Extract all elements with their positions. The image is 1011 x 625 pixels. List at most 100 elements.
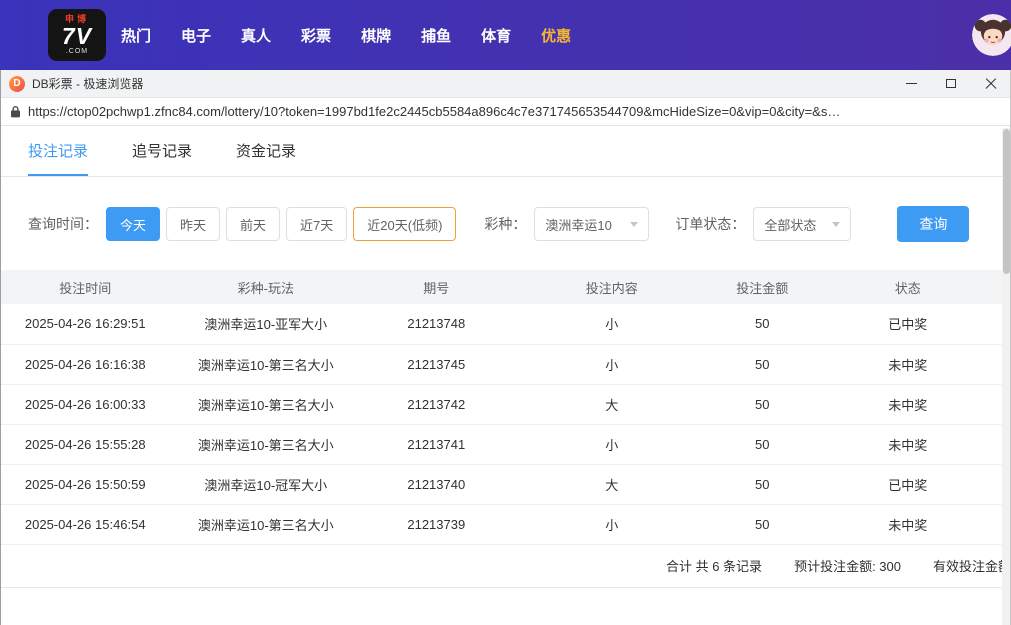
time-option-1[interactable]: 昨天 bbox=[166, 207, 221, 241]
scrollbar-thumb[interactable] bbox=[1003, 129, 1010, 274]
column-header: 期号 bbox=[361, 270, 512, 304]
game-play: 澳洲幸运10-第三名大小 bbox=[170, 384, 362, 425]
url-text: https://ctop02pchwp1.zfnc84.com/lottery/… bbox=[28, 104, 841, 119]
bet-time: 2025-04-26 15:50:59 bbox=[0, 464, 171, 505]
bet-content: 小 bbox=[511, 424, 713, 465]
nav-item-5[interactable]: 捕鱼 bbox=[406, 25, 466, 46]
issue-number: 21213741 bbox=[361, 424, 512, 465]
betting-records-panel: 投注记录 追号记录 资金记录 查询时间： 今天 昨天 前天 近7天 近20天(低频) 彩种：… bbox=[0, 126, 1011, 625]
column-header: 投注金额 bbox=[712, 270, 813, 304]
url-bar[interactable]: https://ctop02pchwp1.zfnc84.com/lottery/… bbox=[0, 98, 1011, 126]
table-row: 2025-04-26 15:55:28 澳洲幸运10-第三名大小 21213741 小… bbox=[0, 424, 1003, 465]
game-play: 澳洲幸运10-第三名大小 bbox=[170, 424, 362, 465]
order-status-select[interactable]: 全部状态 bbox=[753, 207, 852, 241]
nav-item-4[interactable]: 棋牌 bbox=[346, 25, 406, 46]
bet-amount: 50 bbox=[712, 344, 813, 385]
nav-item-7[interactable]: 优惠 bbox=[526, 25, 586, 46]
lottery-select[interactable]: 澳洲幸运10 bbox=[534, 207, 650, 241]
search-button[interactable]: 查询 bbox=[897, 206, 970, 242]
window-left-edge bbox=[0, 70, 1, 625]
time-option-0[interactable]: 今天 bbox=[106, 207, 161, 241]
status: 已中奖 bbox=[812, 464, 1003, 505]
column-header: 投注内容 bbox=[511, 270, 713, 304]
tab-0[interactable]: 投注记录 bbox=[28, 126, 89, 176]
game-play: 澳洲幸运10-第三名大小 bbox=[170, 504, 362, 545]
bet-records-table: 投注时间 彩种-玩法 期号 投注内容 投注金额 状态 2025-04-26 16:29:5… bbox=[0, 270, 1003, 545]
lock-icon bbox=[10, 105, 21, 118]
bet-content: 大 bbox=[511, 464, 713, 505]
site-logo[interactable]: 申博 7V .COM bbox=[48, 9, 106, 61]
main-nav: 热门 电子 真人 彩票 棋牌 捕鱼 体育 优惠 bbox=[106, 25, 586, 46]
nav-item-0[interactable]: 热门 bbox=[106, 25, 166, 46]
bet-content: 小 bbox=[511, 304, 713, 345]
tab-2[interactable]: 资金记录 bbox=[236, 126, 296, 176]
window-controls bbox=[891, 70, 1011, 97]
filter-row: 查询时间： 今天 昨天 前天 近7天 近20天(低频) 彩种： 澳洲幸运10 订单状态：… bbox=[0, 177, 1011, 270]
nav-item-1[interactable]: 电子 bbox=[166, 25, 226, 46]
chevron-down-icon bbox=[630, 221, 639, 227]
browser-title-bar[interactable]: D DB彩票 - 极速浏览器 bbox=[0, 70, 1011, 98]
bet-amount: 50 bbox=[712, 384, 813, 425]
maximize-button[interactable] bbox=[931, 70, 971, 97]
bet-time: 2025-04-26 16:00:33 bbox=[0, 384, 171, 425]
bet-time: 2025-04-26 16:29:51 bbox=[0, 304, 171, 345]
site-header: 申博 7V .COM 热门 电子 真人 彩票 棋牌 捕鱼 体育 优惠 bbox=[0, 0, 1011, 70]
issue-number: 21213748 bbox=[361, 304, 512, 345]
summary-bar: 合计 共 6 条记录 预计投注金额: 300 有效投注金额 bbox=[0, 545, 1011, 588]
status: 已中奖 bbox=[812, 304, 1003, 345]
table-row: 2025-04-26 16:00:33 澳洲幸运10-第三名大小 21213742 大… bbox=[0, 384, 1003, 425]
summary-expected-amount: 预计投注金额: 300 bbox=[794, 559, 901, 574]
avatar[interactable] bbox=[972, 14, 1011, 56]
table-body: 2025-04-26 16:29:51 澳洲幸运10-亚军大小 21213748 小 5… bbox=[0, 304, 1003, 545]
status: 未中奖 bbox=[812, 424, 1003, 465]
avatar-icon bbox=[972, 14, 1011, 56]
lottery-filter-label: 彩种： bbox=[484, 216, 527, 232]
bet-amount: 50 bbox=[712, 504, 813, 545]
bet-content: 小 bbox=[511, 344, 713, 385]
nav-item-2[interactable]: 真人 bbox=[226, 25, 286, 46]
bet-time: 2025-04-26 16:16:38 bbox=[0, 344, 171, 385]
close-icon bbox=[985, 78, 997, 90]
summary-valid-amount: 有效投注金额 bbox=[932, 559, 1011, 574]
issue-number: 21213740 bbox=[361, 464, 512, 505]
bet-time: 2025-04-26 15:46:54 bbox=[0, 504, 171, 545]
game-play: 澳洲幸运10-第三名大小 bbox=[170, 344, 362, 385]
nav-item-6[interactable]: 体育 bbox=[466, 25, 526, 46]
issue-number: 21213742 bbox=[361, 384, 512, 425]
tab-1[interactable]: 追号记录 bbox=[132, 126, 192, 176]
status: 未中奖 bbox=[812, 344, 1003, 385]
column-header: 状态 bbox=[812, 270, 1003, 304]
lottery-select-value: 澳洲幸运10 bbox=[545, 217, 612, 233]
bet-content: 大 bbox=[511, 384, 713, 425]
column-header: 彩种-玩法 bbox=[170, 270, 362, 304]
bet-time: 2025-04-26 15:55:28 bbox=[0, 424, 171, 465]
table-row: 2025-04-26 15:46:54 澳洲幸运10-第三名大小 21213739 小… bbox=[0, 504, 1003, 545]
time-filter-group: 今天 昨天 前天 近7天 近20天(低频) bbox=[106, 207, 457, 241]
bet-amount: 50 bbox=[712, 424, 813, 465]
bet-content: 小 bbox=[511, 504, 713, 545]
nav-item-3[interactable]: 彩票 bbox=[286, 25, 346, 46]
screen: 申博 7V .COM 热门 电子 真人 彩票 棋牌 捕鱼 体育 优惠 D DB彩票 - 极 bbox=[0, 0, 1011, 625]
table-row: 2025-04-26 16:29:51 澳洲幸运10-亚军大小 21213748 小 5… bbox=[0, 304, 1003, 345]
issue-number: 21213745 bbox=[361, 344, 512, 385]
time-option-2[interactable]: 前天 bbox=[226, 207, 281, 241]
table-header-row: 投注时间 彩种-玩法 期号 投注内容 投注金额 状态 bbox=[0, 270, 1003, 304]
record-tabs: 投注记录 追号记录 资金记录 bbox=[0, 126, 1011, 177]
table-row: 2025-04-26 15:50:59 澳洲幸运10-冠军大小 21213740 大 5… bbox=[0, 464, 1003, 505]
close-button[interactable] bbox=[971, 70, 1011, 97]
minimize-button[interactable] bbox=[891, 70, 931, 97]
game-play: 澳洲幸运10-亚军大小 bbox=[170, 304, 362, 345]
logo-sub-text: .COM bbox=[65, 48, 89, 56]
chevron-down-icon bbox=[832, 221, 841, 227]
game-play: 澳洲幸运10-冠军大小 bbox=[170, 464, 362, 505]
order-status-select-value: 全部状态 bbox=[764, 217, 817, 233]
time-option-3[interactable]: 近7天 bbox=[286, 207, 348, 241]
logo-main-text: 7V bbox=[61, 22, 93, 49]
browser-favicon-icon: D bbox=[9, 75, 25, 92]
bet-amount: 50 bbox=[712, 304, 813, 345]
bet-amount: 50 bbox=[712, 464, 813, 505]
time-option-4[interactable]: 近20天(低频) bbox=[353, 207, 457, 241]
summary-total: 合计 共 6 条记录 bbox=[665, 559, 763, 574]
status: 未中奖 bbox=[812, 504, 1003, 545]
issue-number: 21213739 bbox=[361, 504, 512, 545]
